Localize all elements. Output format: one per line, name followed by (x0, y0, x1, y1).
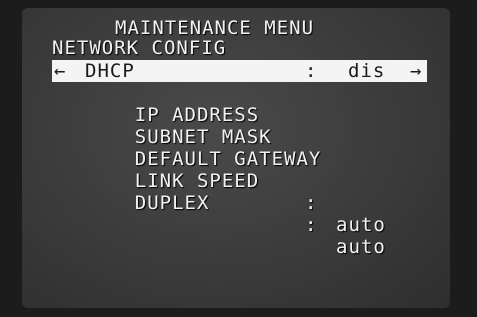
separator: : (305, 60, 318, 82)
left-arrow-icon[interactable]: ← (54, 60, 66, 82)
separator: : (305, 192, 318, 214)
menu-item-ip-address[interactable]: IP ADDRESS (85, 82, 435, 126)
separator: : (305, 214, 318, 236)
right-arrow-icon[interactable]: → (410, 60, 422, 82)
menu-item-link-speed[interactable]: LINK SPEED : auto (85, 148, 405, 236)
menu-title: MAINTENANCE MENU (115, 17, 315, 39)
setting-value: dis (348, 60, 386, 82)
maintenance-menu: MAINTENANCE MENU NETWORK CONFIG ← DHCP :… (0, 0, 477, 317)
setting-value: auto (336, 214, 386, 236)
menu-item-label: DHCP (85, 60, 135, 82)
menu-item-duplex[interactable]: DUPLEX : auto (85, 170, 405, 258)
menu-item-dhcp[interactable]: ← DHCP : dis → (52, 60, 427, 82)
menu-item-label: DUPLEX (134, 192, 210, 214)
setting-value: auto (336, 236, 386, 258)
menu-item-default-gateway[interactable]: DEFAULT GATEWAY (85, 126, 435, 170)
section-title: NETWORK CONFIG (52, 37, 227, 59)
menu-item-subnet-mask[interactable]: SUBNET MASK (85, 104, 435, 148)
